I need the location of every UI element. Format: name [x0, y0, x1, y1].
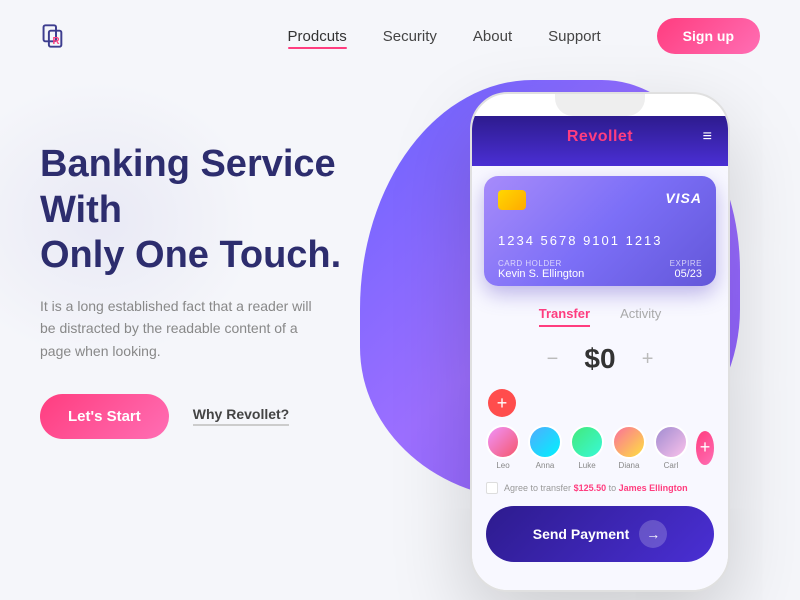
phone-header: Revollet ≡ — [472, 116, 728, 166]
amount-row: − $0 + — [472, 333, 728, 385]
menu-icon[interactable]: ≡ — [703, 128, 712, 146]
agree-checkbox[interactable] — [486, 482, 498, 494]
card-expire-label: EXPIRE — [670, 259, 702, 268]
tab-activity[interactable]: Activity — [620, 306, 661, 327]
phone-mockup-container: Revollet ≡ VISA 1234 5678 9101 1213 CARD… — [440, 92, 760, 592]
signup-button[interactable]: Sign up — [657, 18, 760, 54]
phone-notch — [555, 94, 645, 116]
svg-text:R: R — [52, 36, 59, 47]
hero-actions: Let's Start Why Revollet? — [40, 394, 380, 439]
add-button[interactable]: + — [488, 389, 516, 417]
credit-card: VISA 1234 5678 9101 1213 CARD HOLDER Kev… — [484, 176, 716, 286]
hero-description: It is a long established fact that a rea… — [40, 295, 320, 362]
avatar-name-2: Anna — [536, 461, 555, 470]
avatar-item-3[interactable]: Luke — [570, 425, 604, 470]
avatar-3 — [570, 425, 604, 459]
card-number: 1234 5678 9101 1213 — [498, 233, 663, 248]
nav-links: Prodcuts Security About Support Sign up — [288, 18, 760, 54]
card-holder-label: CARD HOLDER — [498, 259, 562, 268]
avatar-1 — [486, 425, 520, 459]
add-avatar-button[interactable]: + — [696, 431, 714, 465]
card-expire-date: 05/23 — [674, 268, 702, 280]
lets-start-button[interactable]: Let's Start — [40, 394, 169, 439]
avatar-item-2[interactable]: Anna — [528, 425, 562, 470]
amount-display: $0 — [584, 343, 615, 375]
why-revollet-link[interactable]: Why Revollet? — [193, 406, 289, 426]
tab-transfer[interactable]: Transfer — [539, 306, 590, 327]
amount-increase-button[interactable]: + — [636, 347, 660, 371]
avatar-name-5: Carl — [664, 461, 679, 470]
nav-support[interactable]: Support — [548, 28, 601, 45]
avatar-2 — [528, 425, 562, 459]
phone-inner: Revollet ≡ VISA 1234 5678 9101 1213 CARD… — [472, 116, 728, 590]
nav-security[interactable]: Security — [383, 28, 437, 45]
card-chip — [498, 190, 526, 210]
avatar-item-4[interactable]: Diana — [612, 425, 646, 470]
avatar-5 — [654, 425, 688, 459]
amount-decrease-button[interactable]: − — [540, 347, 564, 371]
hero-title: Banking Service With Only One Touch. — [40, 142, 380, 279]
hero-content: Banking Service With Only One Touch. It … — [40, 112, 380, 439]
hero-section: Banking Service With Only One Touch. It … — [0, 72, 800, 572]
agree-row: Agree to transfer $125.50 to James Ellin… — [472, 474, 728, 498]
avatars-row: Leo Anna Luke Diana — [472, 421, 728, 474]
app-title: Revollet — [488, 128, 712, 146]
avatar-name-4: Diana — [619, 461, 640, 470]
avatar-name-3: Luke — [578, 461, 595, 470]
avatar-name-1: Leo — [496, 461, 509, 470]
nav-products[interactable]: Prodcuts — [288, 28, 347, 45]
card-brand: VISA — [665, 190, 702, 206]
send-payment-button[interactable]: Send Payment → — [486, 506, 714, 562]
send-arrow-icon: → — [639, 520, 667, 548]
send-payment-label: Send Payment — [533, 526, 629, 542]
transfer-tabs: Transfer Activity — [472, 296, 728, 333]
nav-about[interactable]: About — [473, 28, 512, 45]
agree-text: Agree to transfer $125.50 to James Ellin… — [504, 483, 688, 493]
navbar: R Prodcuts Security About Support Sign u… — [0, 0, 800, 72]
avatar-4 — [612, 425, 646, 459]
phone-frame: Revollet ≡ VISA 1234 5678 9101 1213 CARD… — [470, 92, 730, 592]
avatar-item-5[interactable]: Carl — [654, 425, 688, 470]
logo[interactable]: R — [40, 20, 72, 52]
card-holder-name: Kevin S. Ellington — [498, 268, 584, 280]
avatar-item-1[interactable]: Leo — [486, 425, 520, 470]
